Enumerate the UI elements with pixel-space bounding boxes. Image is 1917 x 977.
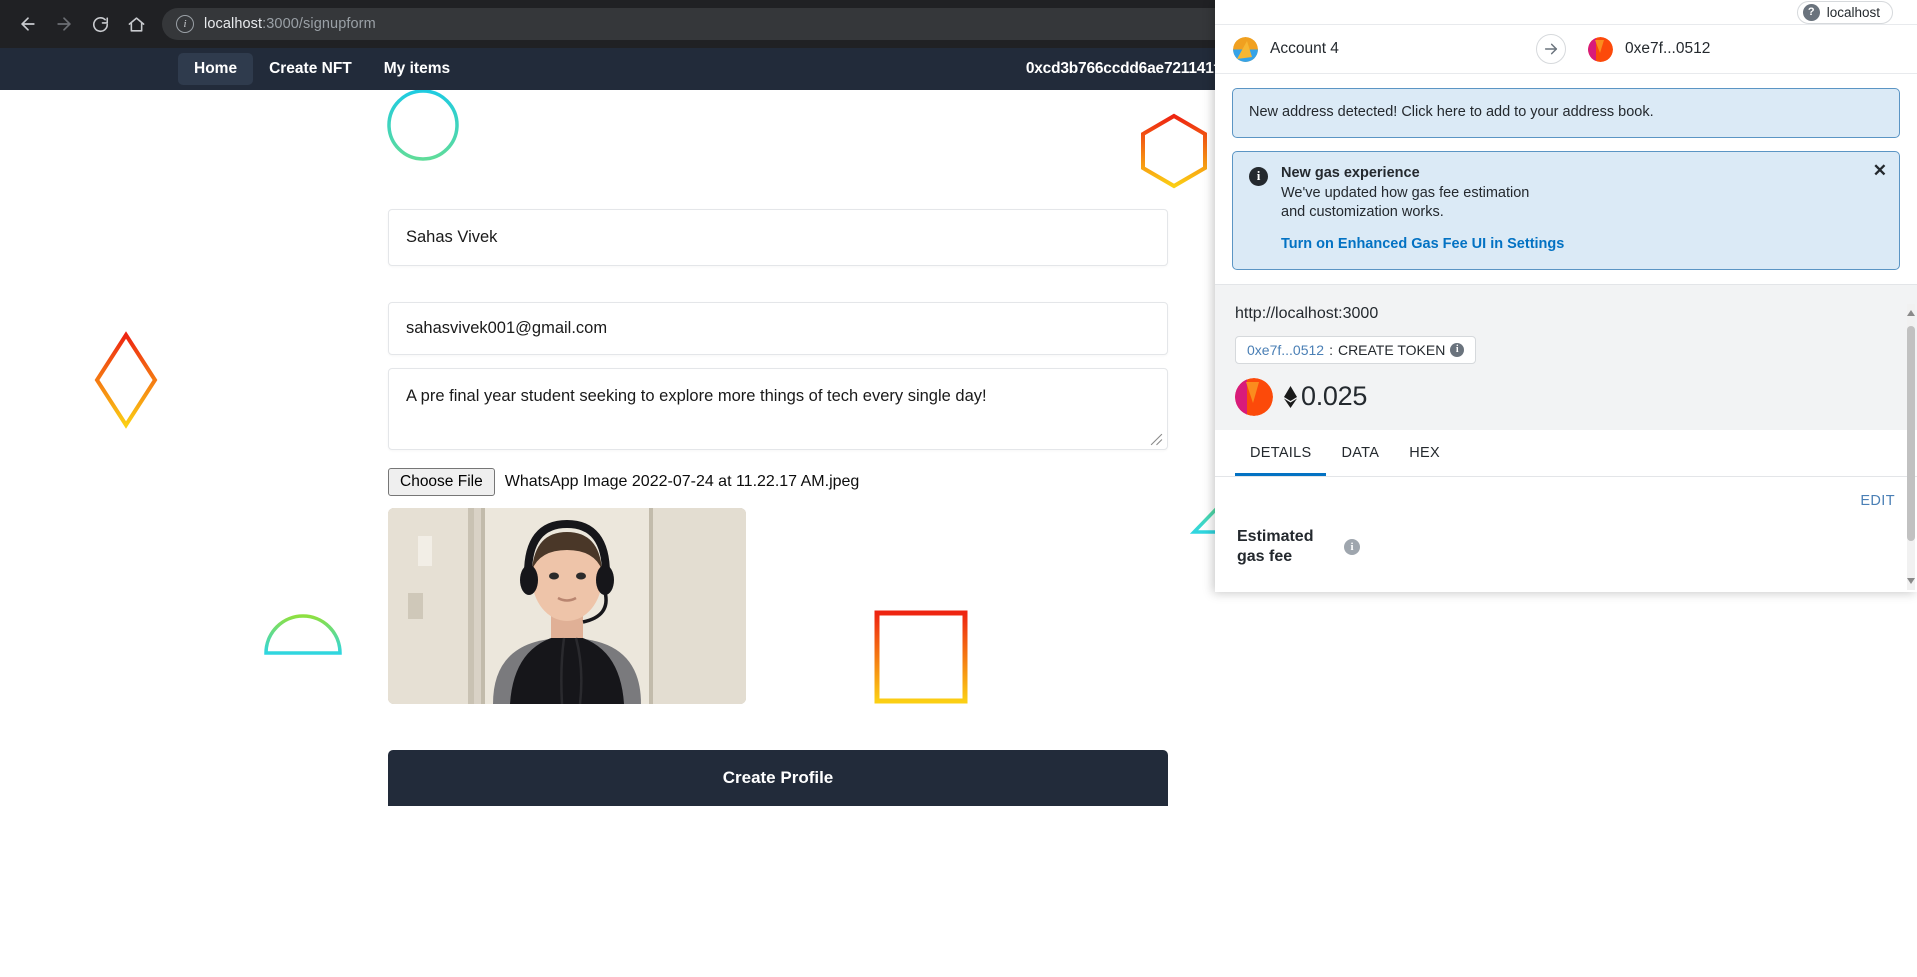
arrow-right-icon [57, 17, 71, 31]
webcam-photo [388, 508, 746, 704]
gas-fee-section: EDIT Estimated gas fee i [1215, 476, 1917, 568]
home-button[interactable] [118, 6, 154, 42]
from-account-avatar [1233, 36, 1258, 62]
scrollbar-thumb[interactable] [1907, 326, 1915, 541]
textarea-resize-handle[interactable] [1150, 433, 1163, 446]
nav-link-create-nft[interactable]: Create NFT [253, 53, 368, 85]
nav-link-my-items[interactable]: My items [368, 53, 466, 85]
url-text: localhost:3000/signupform [204, 16, 376, 32]
transfer-arrow-icon [1536, 34, 1567, 64]
site-info-icon[interactable]: i [176, 15, 194, 33]
transaction-amount: 0.025 [1283, 381, 1367, 412]
transaction-amount-text: 0.025 [1301, 381, 1368, 412]
reload-icon [92, 16, 108, 32]
address-bar[interactable]: i localhost:3000/signupform [162, 8, 1342, 40]
network-selector[interactable]: ? localhost [1796, 0, 1893, 24]
bio-text: A pre final year student seeking to expl… [406, 387, 987, 405]
forward-button[interactable] [46, 6, 82, 42]
square-orange-shape [874, 610, 968, 704]
url-path: :3000/signupform [262, 16, 376, 32]
to-account-avatar [1588, 36, 1614, 62]
contract-method-pill[interactable]: 0xe7f...0512 : CREATE TOKEN i [1235, 335, 1477, 364]
transaction-amount-row: 0.025 [1235, 377, 1897, 416]
nav-link-home[interactable]: Home [178, 53, 254, 85]
close-icon[interactable]: ✕ [1873, 162, 1887, 179]
from-account-label: Account 4 [1270, 40, 1339, 57]
circle-teal-shape [387, 90, 459, 161]
create-profile-button[interactable]: Create Profile [388, 750, 1168, 806]
gas-alert-content: New gas experience We've updated how gas… [1281, 165, 1564, 253]
tab-details[interactable]: DETAILS [1235, 430, 1327, 476]
scroll-down-arrow-icon[interactable] [1907, 578, 1915, 584]
gas-alert-body: We've updated how gas fee estimation and… [1281, 184, 1530, 220]
diamond-orange-shape [94, 331, 158, 429]
bio-textarea[interactable]: A pre final year student seeking to expl… [388, 368, 1168, 450]
semicircle-teal-shape [264, 614, 342, 655]
estimated-gas-fee-label: Estimated gas fee [1237, 527, 1314, 566]
pill-separator: : [1329, 341, 1333, 358]
to-account[interactable]: 0xe7f...0512 [1588, 36, 1881, 62]
file-upload-row: Choose File WhatsApp Image 2022-07-24 at… [388, 468, 859, 496]
transaction-summary: http://localhost:3000 0xe7f...0512 : CRE… [1215, 283, 1917, 430]
metamask-topbar: ? localhost [1215, 0, 1917, 24]
nav-links: Home Create NFT My items [178, 53, 466, 85]
home-icon [128, 16, 144, 32]
contract-method: CREATE TOKEN [1337, 341, 1446, 358]
hexagon-orange-shape [1141, 113, 1207, 189]
transaction-tabs: DETAILS DATA HEX [1215, 429, 1917, 477]
gas-experience-alert: i New gas experience We've updated how g… [1232, 150, 1900, 270]
to-account-label: 0xe7f...0512 [1625, 40, 1711, 57]
token-avatar [1235, 377, 1273, 416]
info-icon: i [1249, 166, 1268, 186]
back-button[interactable] [10, 6, 46, 42]
new-address-alert[interactable]: New address detected! Click here to add … [1232, 88, 1900, 138]
url-host: localhost [204, 16, 263, 32]
new-address-alert-text: New address detected! Click here to add … [1249, 104, 1654, 120]
arrow-left-icon [21, 17, 35, 31]
edit-gas-button[interactable]: EDIT [1237, 493, 1895, 509]
enhanced-gas-fee-settings-link[interactable]: Turn on Enhanced Gas Fee UI in Settings [1281, 236, 1564, 252]
metamask-scrollbar[interactable] [1907, 304, 1915, 590]
transaction-origin: http://localhost:3000 [1235, 304, 1379, 322]
contract-address: 0xe7f...0512 [1247, 341, 1325, 358]
email-input[interactable]: sahasvivek001@gmail.com [388, 302, 1168, 355]
scroll-up-arrow-icon[interactable] [1907, 310, 1915, 316]
accounts-row: Account 4 0xe7f...0512 [1215, 24, 1917, 74]
reload-button[interactable] [82, 6, 118, 42]
choose-file-button[interactable]: Choose File [388, 468, 495, 496]
name-input[interactable]: Sahas Vivek [388, 209, 1168, 266]
network-label: localhost [1826, 4, 1880, 20]
question-mark-icon: ? [1802, 3, 1820, 21]
ethereum-diamond-icon [1284, 385, 1297, 408]
profile-image-preview [388, 508, 746, 704]
info-icon[interactable]: i [1344, 538, 1360, 555]
gas-alert-title: New gas experience [1281, 164, 1420, 181]
from-account[interactable]: Account 4 [1233, 36, 1526, 62]
info-icon[interactable]: i [1450, 342, 1465, 357]
metamask-popup: ? localhost Account 4 0xe7f...0512 New a… [1215, 0, 1917, 592]
estimated-gas-fee-row: Estimated gas fee i [1237, 527, 1895, 568]
tab-data[interactable]: DATA [1326, 430, 1394, 476]
selected-file-name: WhatsApp Image 2022-07-24 at 11.22.17 AM… [504, 473, 860, 490]
tab-hex[interactable]: HEX [1394, 430, 1455, 476]
